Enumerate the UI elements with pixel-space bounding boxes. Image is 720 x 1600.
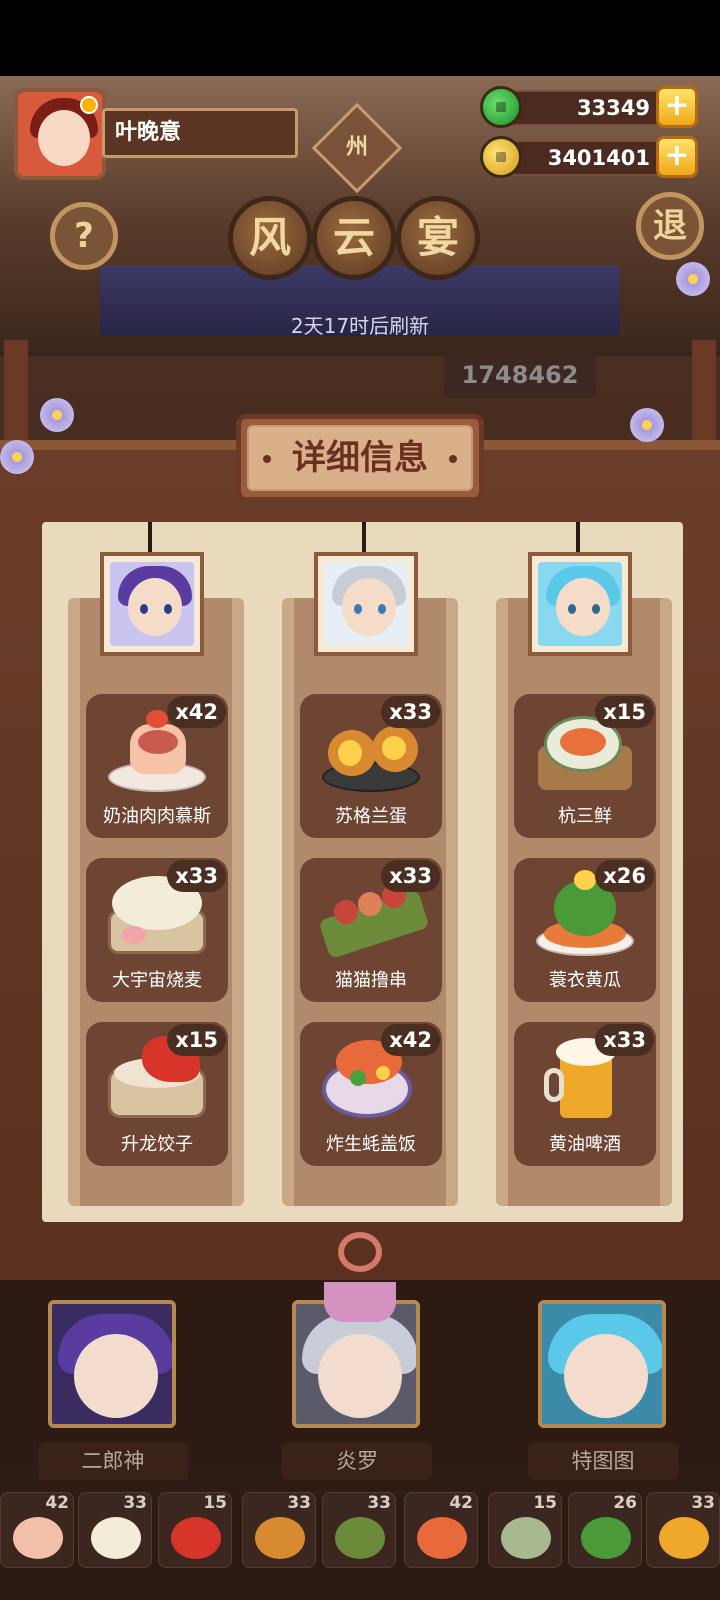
- flower-decoration: [40, 398, 74, 432]
- dish-count: x42: [381, 1024, 440, 1056]
- slot-count: 15: [203, 1493, 227, 1513]
- dish-name: 奶油肉肉慕斯: [103, 806, 211, 827]
- dish-slot[interactable]: 15: [158, 1492, 232, 1568]
- dish-card[interactable]: x42 炸生蚝盖饭: [300, 1022, 442, 1166]
- player-name: 叶晚意: [102, 108, 298, 158]
- dish-strip: 42 33 15 33 33 42 15 26 33: [0, 1492, 720, 1570]
- dish-name: 炸生蚝盖饭: [326, 1134, 416, 1155]
- flower-decoration: [676, 262, 710, 296]
- dish-slot[interactable]: 42: [404, 1492, 478, 1568]
- dish-card[interactable]: x33 苏格兰蛋: [300, 694, 442, 838]
- slot-count: 33: [367, 1493, 391, 1513]
- dish-card[interactable]: x42 奶油肉肉慕斯: [86, 694, 228, 838]
- details-header: 详细信息: [236, 414, 484, 502]
- dish-slot[interactable]: 33: [322, 1492, 396, 1568]
- flower-decoration: [0, 440, 34, 474]
- dish-count: x33: [167, 860, 226, 892]
- jade-amount: 33349: [504, 90, 664, 126]
- jade-currency: 33349 +: [480, 86, 698, 128]
- dish-name: 大宇宙烧麦: [112, 970, 202, 991]
- player-avatar[interactable]: [14, 88, 106, 180]
- hero-name: 特图图: [528, 1442, 678, 1480]
- dish-card[interactable]: x15 杭三鲜: [514, 694, 656, 838]
- dish-count: x33: [381, 696, 440, 728]
- dish-count: x26: [595, 860, 654, 892]
- dish-slot[interactable]: 42: [0, 1492, 74, 1568]
- event-title-char-1: 风: [228, 196, 312, 280]
- slot-count: 42: [45, 1493, 69, 1513]
- dish-count: x15: [595, 696, 654, 728]
- hero-card-tetutu[interactable]: [538, 1300, 666, 1428]
- dish-name: 升龙饺子: [121, 1134, 193, 1155]
- hero-card-erlangshen[interactable]: [48, 1300, 176, 1428]
- hero-name: 炎罗: [282, 1442, 432, 1480]
- dish-slot[interactable]: 33: [242, 1492, 316, 1568]
- dish-slot[interactable]: 33: [78, 1492, 152, 1568]
- slot-count: 33: [691, 1493, 715, 1513]
- flower-decoration: [630, 408, 664, 442]
- slot-count: 26: [613, 1493, 637, 1513]
- dish-name: 苏格兰蛋: [335, 806, 407, 827]
- gold-currency: 3401401 +: [480, 136, 698, 178]
- dish-card[interactable]: x15 升龙饺子: [86, 1022, 228, 1166]
- hero-name: 二郎神: [38, 1442, 188, 1480]
- dish-slot[interactable]: 26: [568, 1492, 642, 1568]
- add-jade-button[interactable]: +: [656, 86, 698, 128]
- slot-count: 33: [123, 1493, 147, 1513]
- fire-badge-icon: [80, 96, 98, 114]
- tassel-decoration: [324, 1232, 396, 1322]
- add-gold-button[interactable]: +: [656, 136, 698, 178]
- dish-count: x15: [167, 1024, 226, 1056]
- dish-card[interactable]: x33 大宇宙烧麦: [86, 858, 228, 1002]
- dish-card[interactable]: x33 猫猫撸串: [300, 858, 442, 1002]
- jade-coin-icon: [480, 86, 522, 128]
- character-portrait-erlangshen[interactable]: [100, 552, 204, 656]
- dish-card[interactable]: x26 蓑衣黄瓜: [514, 858, 656, 1002]
- dish-count: x33: [595, 1024, 654, 1056]
- slot-count: 33: [287, 1493, 311, 1513]
- exit-button[interactable]: 退: [636, 192, 704, 260]
- score-display: 1748462: [444, 352, 596, 398]
- status-bar: [0, 0, 720, 76]
- dish-name: 黄油啤酒: [549, 1134, 621, 1155]
- dish-card[interactable]: x33 黄油啤酒: [514, 1022, 656, 1166]
- details-header-label: 详细信息: [292, 438, 428, 478]
- dish-count: x42: [167, 696, 226, 728]
- dish-slot[interactable]: 33: [646, 1492, 720, 1568]
- refresh-timer: 2天17时后刷新: [290, 314, 430, 338]
- character-portrait-tetutu[interactable]: [528, 552, 632, 656]
- gold-coin-icon: [480, 136, 522, 178]
- slot-count: 15: [533, 1493, 557, 1513]
- dish-name: 杭三鲜: [558, 806, 612, 827]
- gold-amount: 3401401: [504, 140, 664, 176]
- event-title-char-3: 宴: [396, 196, 480, 280]
- dish-slot[interactable]: 15: [488, 1492, 562, 1568]
- dish-name: 猫猫撸串: [335, 970, 407, 991]
- slot-count: 42: [449, 1493, 473, 1513]
- dish-count: x33: [381, 860, 440, 892]
- event-title-char-2: 云: [312, 196, 396, 280]
- character-portrait-yanluo[interactable]: [314, 552, 418, 656]
- help-button[interactable]: ?: [50, 202, 118, 270]
- dish-name: 蓑衣黄瓜: [549, 970, 621, 991]
- region-label: 州: [345, 135, 368, 160]
